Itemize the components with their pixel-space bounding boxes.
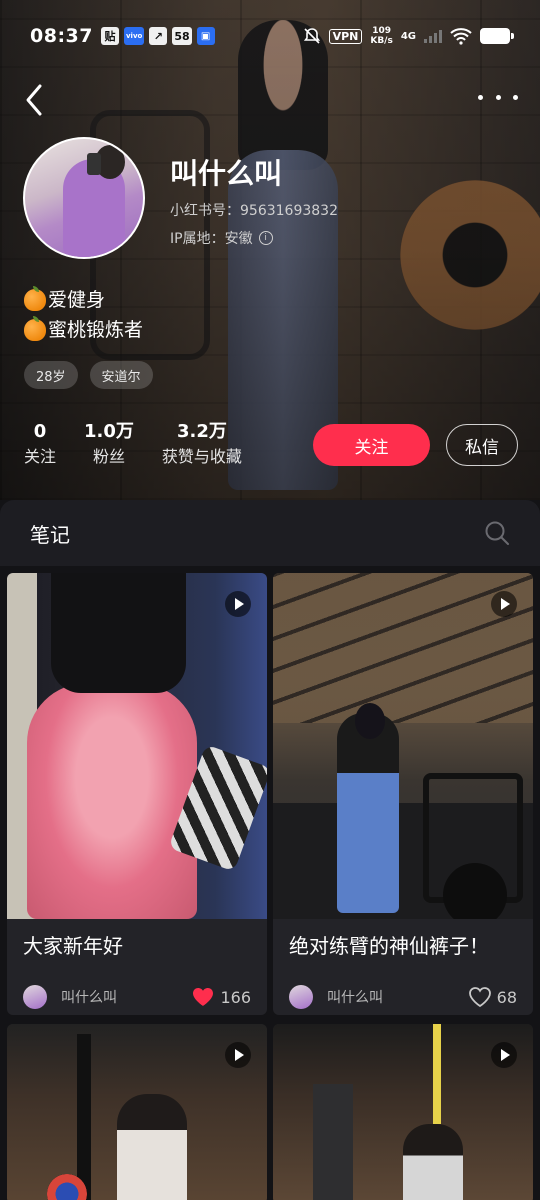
status-right-icons: VPN 109 KB/s 4G xyxy=(303,26,514,46)
squat-rack-image xyxy=(77,1034,91,1200)
video-play-icon xyxy=(491,591,517,617)
dot-icon xyxy=(513,94,518,100)
signal-icon xyxy=(424,29,442,43)
arrow-app-icon: ↗ xyxy=(149,27,168,45)
stat-value: 0 xyxy=(33,421,47,442)
like-count: 68 xyxy=(496,987,517,1007)
note-card[interactable]: 绝对练臂的神仙裤子！ 叫什么叫 68 xyxy=(273,573,533,1015)
note-card[interactable] xyxy=(273,1024,533,1200)
vpn-icon: VPN xyxy=(328,28,363,44)
back-button[interactable] xyxy=(22,82,52,118)
like-count: 166 xyxy=(220,987,251,1007)
person-image xyxy=(337,713,399,913)
profile-tags: 28岁 安道尔 xyxy=(24,361,153,389)
bio-text: 蜜桃锻炼者 xyxy=(48,319,144,341)
speed-unit: KB/s xyxy=(370,36,393,46)
battery-icon xyxy=(480,28,514,44)
note-thumbnail xyxy=(7,573,267,919)
author-name[interactable]: 叫什么叫 xyxy=(61,987,117,1007)
58-app-icon: 58 xyxy=(172,27,192,45)
peach-emoji-icon xyxy=(24,286,46,311)
info-icon[interactable]: i xyxy=(258,231,273,245)
stat-label: 关注 xyxy=(24,447,57,466)
profile-stats: 0 关注 1.0万 粉丝 3.2万 获赞与收藏 xyxy=(24,420,270,470)
person-image xyxy=(27,683,197,919)
profile-red-id[interactable]: 小红书号：95631693832 xyxy=(170,200,338,220)
profile-bio: 爱健身 蜜桃锻炼者 xyxy=(24,285,143,345)
tieba-app-icon: 贴 xyxy=(100,27,119,45)
like-button[interactable]: 68 xyxy=(468,987,517,1007)
note-title: 绝对练臂的神仙裤子！ xyxy=(289,934,489,958)
stat-following[interactable]: 0 关注 xyxy=(24,420,56,470)
stat-label: 粉丝 xyxy=(92,447,125,466)
video-play-icon xyxy=(225,591,251,617)
gym-pillar-image xyxy=(313,1084,353,1200)
stat-likes-collects[interactable]: 3.2万 获赞与收藏 xyxy=(162,420,242,470)
bio-line: 爱健身 xyxy=(24,285,143,315)
notes-header: 笔记 xyxy=(0,500,540,566)
dot-icon xyxy=(478,94,483,100)
note-title: 大家新年好 xyxy=(23,934,123,958)
author-avatar[interactable] xyxy=(23,985,47,1009)
shirt-image xyxy=(51,573,186,693)
resistance-strap-image xyxy=(433,1024,441,1124)
person-image xyxy=(117,1094,187,1200)
profile-ip-location: IP属地：安徽 i xyxy=(170,228,273,248)
note-card[interactable] xyxy=(7,1024,267,1200)
weight-plate-image xyxy=(443,863,507,919)
status-bar: 08:37 贴 vivo ↗ 58 ▣ VPN 109 KB/s 4G xyxy=(0,20,540,52)
location-tag: 安道尔 xyxy=(89,361,153,389)
stat-label: 获赞与收藏 xyxy=(161,447,242,466)
heart-outline-icon xyxy=(468,987,491,1007)
note-thumbnail xyxy=(273,573,533,919)
network-type: 4G xyxy=(400,30,416,42)
video-play-icon xyxy=(491,1042,517,1068)
author-avatar[interactable] xyxy=(289,985,313,1009)
stat-value: 3.2万 xyxy=(176,421,227,442)
bio-text: 爱健身 xyxy=(48,289,106,311)
speed-value: 109 xyxy=(372,26,391,36)
follow-button[interactable]: 关注 xyxy=(313,424,430,466)
note-meta: 叫什么叫 166 xyxy=(7,971,267,1015)
wifi-icon xyxy=(450,28,472,45)
profile-avatar[interactable] xyxy=(23,137,145,259)
dot-icon xyxy=(495,94,501,100)
message-button[interactable]: 私信 xyxy=(446,424,518,466)
ip-location-text: IP属地：安徽 xyxy=(170,231,253,247)
note-thumbnail xyxy=(7,1024,267,1200)
note-card[interactable]: 大家新年好 叫什么叫 166 xyxy=(7,573,267,1015)
mute-bell-icon xyxy=(303,28,320,44)
stat-followers[interactable]: 1.0万 粉丝 xyxy=(84,420,134,470)
video-play-icon xyxy=(225,1042,251,1068)
note-thumbnail xyxy=(273,1024,533,1200)
tab-notes[interactable]: 笔记 xyxy=(30,519,70,548)
more-options-button[interactable] xyxy=(478,82,518,112)
status-time: 08:37 xyxy=(30,25,93,47)
heart-filled-icon xyxy=(193,988,214,1006)
network-speed: 109 KB/s xyxy=(370,26,392,46)
status-notification-icons: 贴 vivo ↗ 58 ▣ xyxy=(100,27,215,45)
search-notes-button[interactable] xyxy=(484,520,510,546)
stat-value: 1.0万 xyxy=(84,421,134,442)
age-tag: 28岁 xyxy=(24,361,78,389)
briefcase-app-icon: ▣ xyxy=(196,27,215,45)
person-image xyxy=(403,1124,463,1200)
search-icon xyxy=(485,521,509,545)
bio-line: 蜜桃锻炼者 xyxy=(24,315,143,345)
avatar-phone xyxy=(87,153,101,175)
like-button[interactable]: 166 xyxy=(192,987,251,1007)
profile-username: 叫什么叫 xyxy=(170,157,283,190)
person-head-image xyxy=(355,703,385,739)
chevron-left-icon xyxy=(26,84,42,116)
peach-emoji-icon xyxy=(24,316,46,341)
vivo-app-icon: vivo xyxy=(123,27,145,45)
author-name[interactable]: 叫什么叫 xyxy=(327,987,383,1007)
note-meta: 叫什么叫 68 xyxy=(273,971,533,1015)
